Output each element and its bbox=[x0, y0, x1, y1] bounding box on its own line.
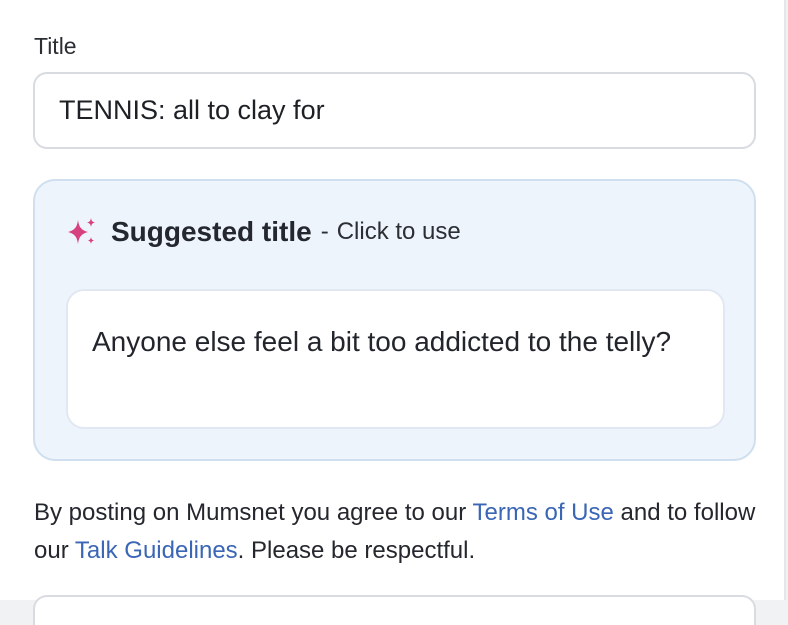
sparkle-icon bbox=[68, 218, 95, 244]
terms-of-use-link[interactable]: Terms of Use bbox=[472, 499, 613, 526]
terms-suffix: . Please be respectful. bbox=[237, 537, 476, 564]
title-label: Title bbox=[34, 33, 77, 59]
terms-notice: By posting on Mumsnet you agree to our T… bbox=[34, 494, 774, 570]
post-form: Title Suggested title - Click to use Any… bbox=[0, 0, 786, 625]
suggested-title-header: Suggested title - Click to use bbox=[65, 215, 461, 249]
terms-prefix: By posting on Mumsnet you agree to our bbox=[34, 499, 473, 526]
suggested-title-separator: - bbox=[320, 218, 329, 245]
title-input[interactable] bbox=[33, 72, 756, 149]
suggested-title-hint: Click to use bbox=[336, 218, 461, 245]
suggested-title-heading: Suggested title bbox=[111, 216, 312, 247]
suggested-title-panel: Suggested title - Click to use Anyone el… bbox=[33, 179, 756, 461]
talk-guidelines-link[interactable]: Talk Guidelines bbox=[75, 537, 238, 564]
suggested-title-option[interactable]: Anyone else feel a bit too addicted to t… bbox=[66, 289, 725, 429]
